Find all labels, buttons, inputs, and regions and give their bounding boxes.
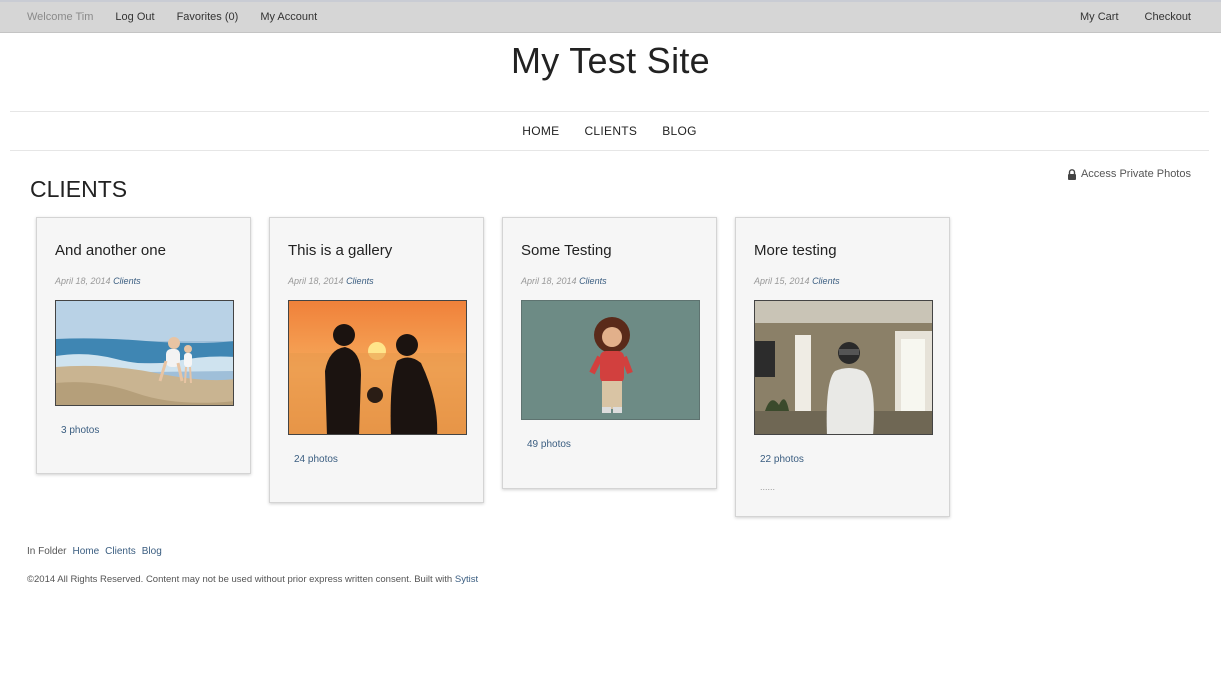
beach-photo: [56, 301, 233, 405]
gallery-card[interactable]: Some Testing April 18, 2014 Clients 49 p…: [502, 217, 717, 489]
logout-link[interactable]: Log Out: [115, 11, 154, 23]
breadcrumb: In Folder Home Clients Blog: [27, 546, 162, 557]
gallery-title[interactable]: This is a gallery: [288, 242, 392, 259]
gallery-thumbnail[interactable]: [521, 300, 700, 420]
lock-icon: [1067, 168, 1076, 180]
photo-count-link[interactable]: 24 photos: [294, 454, 338, 465]
footer-home-link[interactable]: Home: [72, 546, 99, 557]
cart-links: My Cart Checkout: [1080, 11, 1191, 23]
gallery-card[interactable]: And another one April 18, 2014 Clients 3…: [36, 217, 251, 474]
gallery-title[interactable]: Some Testing: [521, 242, 612, 259]
account-links: Welcome Tim Log Out Favorites (0) My Acc…: [27, 11, 317, 23]
copyright-text: ©2014 All Rights Reserved. Content may n…: [27, 574, 453, 585]
footer-blog-link[interactable]: Blog: [142, 546, 162, 557]
gallery-date: April 18, 2014: [521, 276, 577, 286]
gallery-meta: April 18, 2014 Clients: [55, 276, 141, 286]
sytist-link[interactable]: Sytist: [455, 574, 478, 585]
my-cart-link[interactable]: My Cart: [1080, 11, 1119, 23]
nav-home[interactable]: HOME: [522, 124, 559, 138]
gallery-title[interactable]: And another one: [55, 242, 166, 259]
gallery-category-link[interactable]: Clients: [812, 276, 840, 286]
gallery-date: April 18, 2014: [55, 276, 111, 286]
photo-count-link[interactable]: 49 photos: [527, 439, 571, 450]
nav-clients[interactable]: CLIENTS: [584, 124, 637, 138]
top-bar: Welcome Tim Log Out Favorites (0) My Acc…: [0, 0, 1221, 33]
access-private-photos-link[interactable]: Access Private Photos: [1067, 168, 1191, 180]
gallery-date: April 15, 2014: [754, 276, 810, 286]
site-title[interactable]: My Test Site: [0, 40, 1221, 82]
favorites-link[interactable]: Favorites (0): [177, 11, 239, 23]
nav-blog[interactable]: BLOG: [662, 124, 697, 138]
photo-count-link[interactable]: 22 photos: [760, 454, 804, 465]
gallery-card[interactable]: This is a gallery April 18, 2014 Clients…: [269, 217, 484, 503]
checkout-link[interactable]: Checkout: [1145, 11, 1191, 23]
photo-count-link[interactable]: 3 photos: [61, 425, 99, 436]
room-portrait-photo: [755, 301, 932, 434]
child-photo: [522, 301, 699, 419]
gallery-card[interactable]: More testing April 15, 2014 Clients 22 p…: [735, 217, 950, 517]
gallery-title[interactable]: More testing: [754, 242, 837, 259]
gallery-excerpt: ......: [760, 482, 776, 492]
gallery-category-link[interactable]: Clients: [579, 276, 607, 286]
welcome-text: Welcome Tim: [27, 11, 94, 23]
gallery-date: April 18, 2014: [288, 276, 344, 286]
gallery-meta: April 18, 2014 Clients: [288, 276, 374, 286]
gallery-meta: April 18, 2014 Clients: [521, 276, 607, 286]
gallery-thumbnail[interactable]: [55, 300, 234, 406]
gallery-meta: April 15, 2014 Clients: [754, 276, 840, 286]
gallery-category-link[interactable]: Clients: [113, 276, 141, 286]
page-title: CLIENTS: [30, 176, 128, 202]
access-private-photos-label: Access Private Photos: [1080, 168, 1191, 180]
in-folder-label: In Folder: [27, 546, 67, 557]
copyright-notice: ©2014 All Rights Reserved. Content may n…: [27, 574, 478, 585]
sunset-couple-photo: [289, 301, 466, 434]
gallery-category-link[interactable]: Clients: [346, 276, 374, 286]
my-account-link[interactable]: My Account: [260, 11, 317, 23]
gallery-thumbnail[interactable]: [288, 300, 467, 435]
gallery-thumbnail[interactable]: [754, 300, 933, 435]
footer-clients-link[interactable]: Clients: [105, 546, 136, 557]
main-nav: HOME CLIENTS BLOG: [10, 111, 1209, 151]
